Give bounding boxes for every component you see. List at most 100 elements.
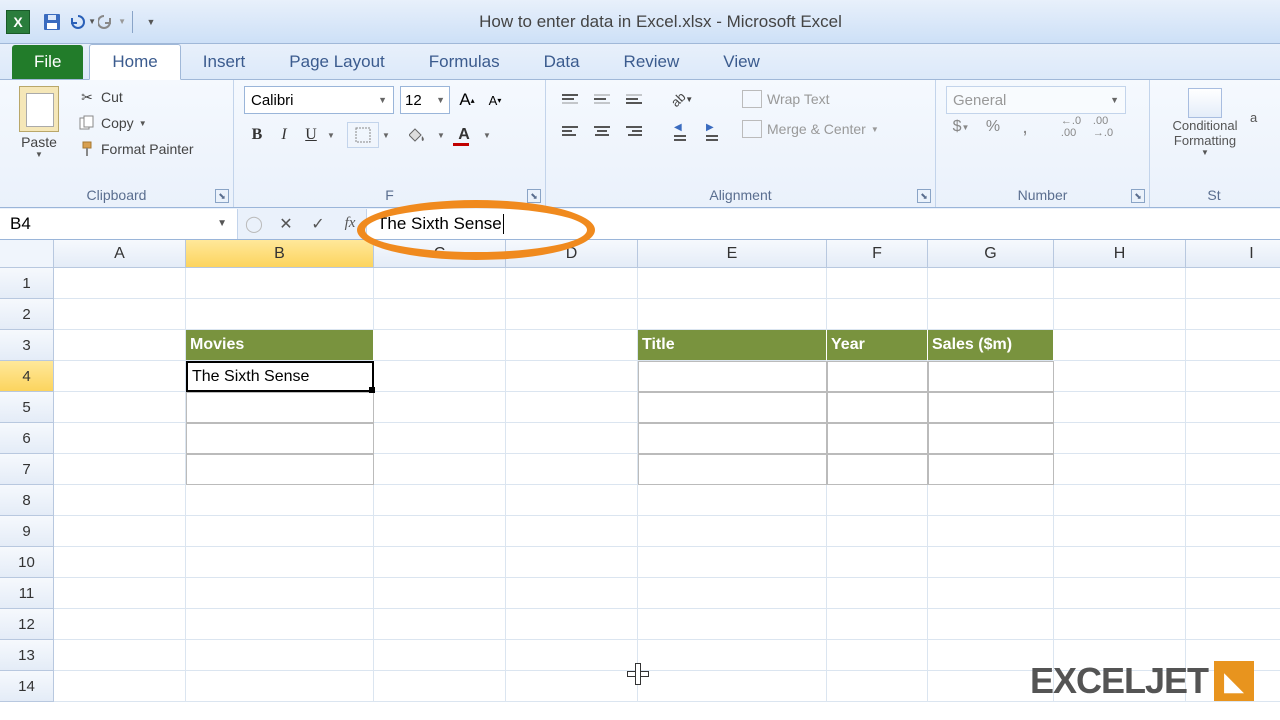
font-name-select[interactable]: Calibri▼ <box>244 86 394 114</box>
cancel-entry-button[interactable]: ✕ <box>270 210 302 238</box>
cell-D13[interactable] <box>506 640 638 671</box>
row-header-13[interactable]: 13 <box>0 640 54 671</box>
cell-H1[interactable] <box>1054 268 1186 299</box>
row-header-5[interactable]: 5 <box>0 392 54 423</box>
cell-H2[interactable] <box>1054 299 1186 330</box>
cell-F3[interactable]: Year <box>827 330 928 361</box>
cell-I7[interactable] <box>1186 454 1280 485</box>
name-box[interactable]: B4 ▼ <box>0 209 238 239</box>
cell-C9[interactable] <box>374 516 506 547</box>
cell-B1[interactable] <box>186 268 374 299</box>
cell-H10[interactable] <box>1054 547 1186 578</box>
cell-D1[interactable] <box>506 268 638 299</box>
column-header-H[interactable]: H <box>1054 240 1186 268</box>
cell-E8[interactable] <box>638 485 827 516</box>
cell-F10[interactable] <box>827 547 928 578</box>
cell-F2[interactable] <box>827 299 928 330</box>
cell-H4[interactable] <box>1054 361 1186 392</box>
column-header-D[interactable]: D <box>506 240 638 268</box>
cell-E14[interactable] <box>638 671 827 702</box>
cut-button[interactable]: ✂ Cut <box>74 86 198 108</box>
alignment-dialog-launcher[interactable]: ⬊ <box>917 189 931 203</box>
increase-decimal-button[interactable]: ←.0.00 <box>1056 114 1086 140</box>
align-top-button[interactable] <box>556 86 584 112</box>
cell-D2[interactable] <box>506 299 638 330</box>
cell-E10[interactable] <box>638 547 827 578</box>
number-format-select[interactable]: General▼ <box>946 86 1126 114</box>
cell-C11[interactable] <box>374 578 506 609</box>
shrink-font-button[interactable]: A▾ <box>484 87 506 113</box>
cell-I12[interactable] <box>1186 609 1280 640</box>
tab-page-layout[interactable]: Page Layout <box>267 45 406 79</box>
cell-E4[interactable] <box>638 361 827 392</box>
cell-A3[interactable] <box>54 330 186 361</box>
cell-I11[interactable] <box>1186 578 1280 609</box>
cell-F12[interactable] <box>827 609 928 640</box>
cell-I1[interactable] <box>1186 268 1280 299</box>
tab-home[interactable]: Home <box>89 44 180 80</box>
align-center-button[interactable] <box>588 118 616 144</box>
font-color-dropdown[interactable]: ▼ <box>481 131 493 140</box>
cell-A14[interactable] <box>54 671 186 702</box>
undo-icon[interactable]: ▼ <box>68 8 96 36</box>
save-icon[interactable] <box>38 8 66 36</box>
cancel-entry-circle[interactable]: ◯ <box>238 210 270 238</box>
percent-button[interactable]: % <box>978 114 1008 140</box>
row-header-14[interactable]: 14 <box>0 671 54 702</box>
format-painter-button[interactable]: Format Painter <box>74 138 198 160</box>
cell-E11[interactable] <box>638 578 827 609</box>
row-header-10[interactable]: 10 <box>0 547 54 578</box>
cell-F14[interactable] <box>827 671 928 702</box>
underline-button[interactable]: U <box>298 122 324 148</box>
fill-color-button[interactable] <box>402 122 434 148</box>
cell-A4[interactable] <box>54 361 186 392</box>
cell-G5[interactable] <box>928 392 1054 423</box>
select-all-corner[interactable] <box>0 240 54 268</box>
underline-dropdown[interactable]: ▼ <box>325 131 337 140</box>
cell-A5[interactable] <box>54 392 186 423</box>
column-header-C[interactable]: C <box>374 240 506 268</box>
cell-G8[interactable] <box>928 485 1054 516</box>
cell-C12[interactable] <box>374 609 506 640</box>
cell-E5[interactable] <box>638 392 827 423</box>
italic-button[interactable]: I <box>271 122 297 148</box>
cell-C13[interactable] <box>374 640 506 671</box>
cell-A7[interactable] <box>54 454 186 485</box>
borders-dropdown[interactable]: ▼ <box>380 131 392 140</box>
comma-button[interactable]: , <box>1010 114 1040 140</box>
cell-F6[interactable] <box>827 423 928 454</box>
wrap-text-button[interactable]: Wrap Text <box>736 86 885 112</box>
redo-icon[interactable]: ▼ <box>98 8 126 36</box>
cell-B5[interactable] <box>186 392 374 423</box>
cell-D11[interactable] <box>506 578 638 609</box>
cell-F8[interactable] <box>827 485 928 516</box>
orientation-button[interactable]: ab▼ <box>666 86 698 112</box>
cell-B8[interactable] <box>186 485 374 516</box>
cell-C10[interactable] <box>374 547 506 578</box>
cell-B13[interactable] <box>186 640 374 671</box>
cell-H7[interactable] <box>1054 454 1186 485</box>
fill-color-dropdown[interactable]: ▼ <box>435 131 447 140</box>
number-dialog-launcher[interactable]: ⬊ <box>1131 189 1145 203</box>
bold-button[interactable]: B <box>244 122 270 148</box>
cell-F5[interactable] <box>827 392 928 423</box>
column-header-E[interactable]: E <box>638 240 827 268</box>
decrease-decimal-button[interactable]: .00→.0 <box>1088 114 1118 140</box>
cell-F7[interactable] <box>827 454 928 485</box>
cell-E7[interactable] <box>638 454 827 485</box>
cell-D10[interactable] <box>506 547 638 578</box>
column-header-G[interactable]: G <box>928 240 1054 268</box>
insert-function-button[interactable]: fx <box>334 210 366 238</box>
cell-C2[interactable] <box>374 299 506 330</box>
cell-A2[interactable] <box>54 299 186 330</box>
cell-E13[interactable] <box>638 640 827 671</box>
cell-C14[interactable] <box>374 671 506 702</box>
align-right-button[interactable] <box>620 118 648 144</box>
cell-I2[interactable] <box>1186 299 1280 330</box>
cell-C1[interactable] <box>374 268 506 299</box>
cell-I6[interactable] <box>1186 423 1280 454</box>
cell-F9[interactable] <box>827 516 928 547</box>
cell-I10[interactable] <box>1186 547 1280 578</box>
cell-G3[interactable]: Sales ($m) <box>928 330 1054 361</box>
cell-H9[interactable] <box>1054 516 1186 547</box>
